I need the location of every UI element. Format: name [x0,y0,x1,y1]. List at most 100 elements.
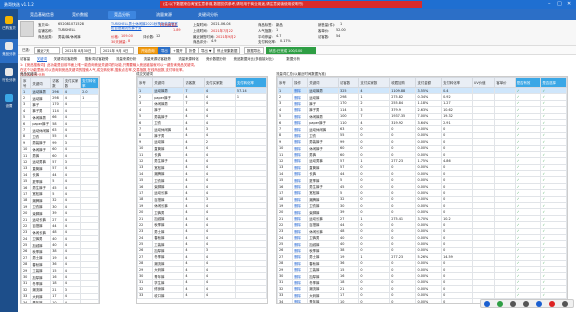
delete-link[interactable]: 删除 [292,297,309,303]
left-table: 序号 关键词 访客数 支付买家数 支付转化率 1 运动裤男 296 4 2.0 2 运动裤 298 4 1 3… [21,77,99,303]
table-cell: 运动休闲裤 [30,126,52,134]
title-bar: 勇哥快选 v1.1.2 (注:以下数据来自淘宝生意参谋,数据仅供参考,请勿用于商… [0,0,576,9]
subtab-7[interactable]: 竞价数据分析 [206,56,226,61]
column-header[interactable]: 关键词 [307,77,340,88]
column-header[interactable]: 支付转化率 [441,77,473,88]
table-cell: 33 [137,291,154,299]
column-header[interactable]: 序号 [137,77,154,88]
sidebar-item-2[interactable]: 行业分析 [0,65,18,89]
column-header[interactable]: 访客数 [183,77,205,88]
left-panel: 序号 关键词 访客数 支付买家数 支付转化率 1 运动裤男 296 4 2.0 2 运动裤 298 4 1 3… [20,76,100,304]
column-header[interactable]: 客单价 [494,77,516,88]
column-header[interactable]: 序号 [21,77,32,89]
shirt-icon[interactable] [549,301,555,307]
export-menu-button[interactable]: 导出 ▼ [198,47,215,54]
column-header[interactable]: 访客数 [338,77,360,88]
grid-icon [5,68,13,76]
table-cell: 收口裤 [152,291,185,299]
product-info: 宝贝ID: 652081071528 店铺名称: TUBSHELL 商品品类: … [18,20,576,46]
subtab-5[interactable]: 流量来源访客趋势 [144,56,171,61]
column-header[interactable]: 支付金额 [415,77,443,88]
sidebar-item-3[interactable]: 设置 [0,91,18,115]
reviews-value: 12 [156,34,161,38]
subtab-8[interactable]: 竞品数据对比(多链接对比) [234,56,274,61]
pay-rate-value: 0.17% [280,39,291,43]
minimize-button[interactable]: – [548,1,551,7]
tab-3[interactable]: 流量来源 [150,11,178,19]
period-select[interactable]: 最近7天 [34,47,60,54]
stop-collect-button[interactable]: 停止采集数据 [214,47,241,54]
app-title: 勇哥快选 v1.1.2 [4,2,34,7]
collapse-button[interactable]: 折叠 [186,47,199,54]
launch-label: 上架时间: [193,23,208,27]
query-button[interactable]: 开始查询 [138,47,158,54]
sku-label: 宝贝ID: [38,23,50,27]
column-header[interactable]: 关键词 [152,77,185,88]
start-date-field[interactable]: 2021年 8月30日 [62,47,96,54]
reviews-label: 评价数: [143,35,155,39]
tag-label: 商品标签: [258,23,273,27]
subtab-2[interactable]: 关键词访客趋势 [54,56,78,61]
popularity-label: 人气指数: [258,29,273,33]
pay-rate-label: 支付转化率: [258,40,277,44]
right-panel: 序号 操作 关键词 访客数 支付买家数 收藏加购 支付金额 支付转化率 UV价值 客单价 是否有效是… [276,76,568,304]
sidebar-item-label: 行业分析 [2,78,16,82]
column-header[interactable]: 是否有效 [514,77,542,88]
column-header[interactable]: 支付买家数 [62,77,82,89]
sales-value: 8 [128,39,131,43]
table-row[interactable]: 34 青年裤 10 4 [21,298,99,303]
table-cell: 10 [338,297,360,303]
end-date-field[interactable]: 2021年 9月 4日 [100,47,134,54]
column-header[interactable]: 支付转化率 [234,77,267,88]
tab-1[interactable]: 竞价数据 [66,11,94,19]
column-header[interactable]: 收藏加购 [389,77,417,88]
keyboard-icon[interactable] [523,301,529,307]
globe-icon[interactable] [497,301,503,307]
table-row[interactable]: 33 收口裤 4 4 [137,291,267,299]
category-label: 商品品类: [38,35,53,39]
column-header[interactable]: 支付买家数 [203,77,236,88]
sidebar-item-0[interactable]: 已购宝贝 [0,13,18,37]
sidebar-item-1[interactable]: 竞品分析 [0,39,18,63]
right-table: 序号 操作 关键词 访客数 支付买家数 收藏加购 支付金额 支付转化率 UV价值 客单价 是否有效是… [277,77,567,303]
product-image [20,21,34,37]
grid-icon[interactable] [562,301,568,307]
user-icon[interactable] [536,301,542,307]
maximize-button[interactable]: □ [557,1,562,7]
bag-icon [5,16,13,24]
tab-4[interactable]: 关键词分析 [192,11,224,19]
sub-tabs: 访客量 关键词 关键词访客趋势 搜索词访客趋势 流量来源分析 流量来源访客趋势 流量来源转化… [18,55,576,62]
subtab-9[interactable]: 数据分析 [286,56,300,61]
subtab-0[interactable]: 访客量 [20,56,30,61]
bonus-label: 【平台收益】 [158,23,179,27]
table-cell: 0.00% [415,297,443,303]
visitors-value: 54 [336,34,341,38]
subtab-4[interactable]: 流量来源分析 [116,56,136,61]
tab-2[interactable]: 竞品分析 [108,11,136,19]
data-export-button[interactable]: 数据导出 [244,47,264,54]
subtab-6[interactable]: 流量来源转化 [178,56,198,61]
sidebar-item-label: 竞品分析 [2,52,16,56]
column-header[interactable]: UV价值 [471,77,496,88]
tab-0[interactable]: 竞品基础信息 [24,11,60,19]
stay-value: 4.7 [276,34,282,38]
table-cell: 4 [62,298,82,303]
price-value: 109.00 [121,34,133,38]
subtab-1[interactable]: 关键词 [36,56,47,62]
s-icon[interactable] [484,301,490,307]
column-header[interactable]: 关键词 [30,77,52,89]
popularity-value: 1 [276,28,279,32]
column-header[interactable]: 序号 [277,77,294,88]
left-panel-title: 竞品关键词 [20,72,37,76]
subtab-3[interactable]: 搜索词访客趋势 [85,56,109,61]
expand-button[interactable]: +展开 [170,47,186,54]
close-button[interactable]: ✕ [567,1,571,7]
column-header[interactable]: 支付买家数 [358,77,391,88]
export-button[interactable]: 导出 [158,47,171,54]
column-header[interactable]: 支付转化率 [80,77,99,89]
column-header[interactable]: 操作 [292,77,309,88]
column-header[interactable]: 访客数 [50,77,64,89]
mic-icon[interactable] [510,301,516,307]
column-header[interactable]: 是否选择 [540,77,567,88]
table-cell: 0 [389,297,417,303]
